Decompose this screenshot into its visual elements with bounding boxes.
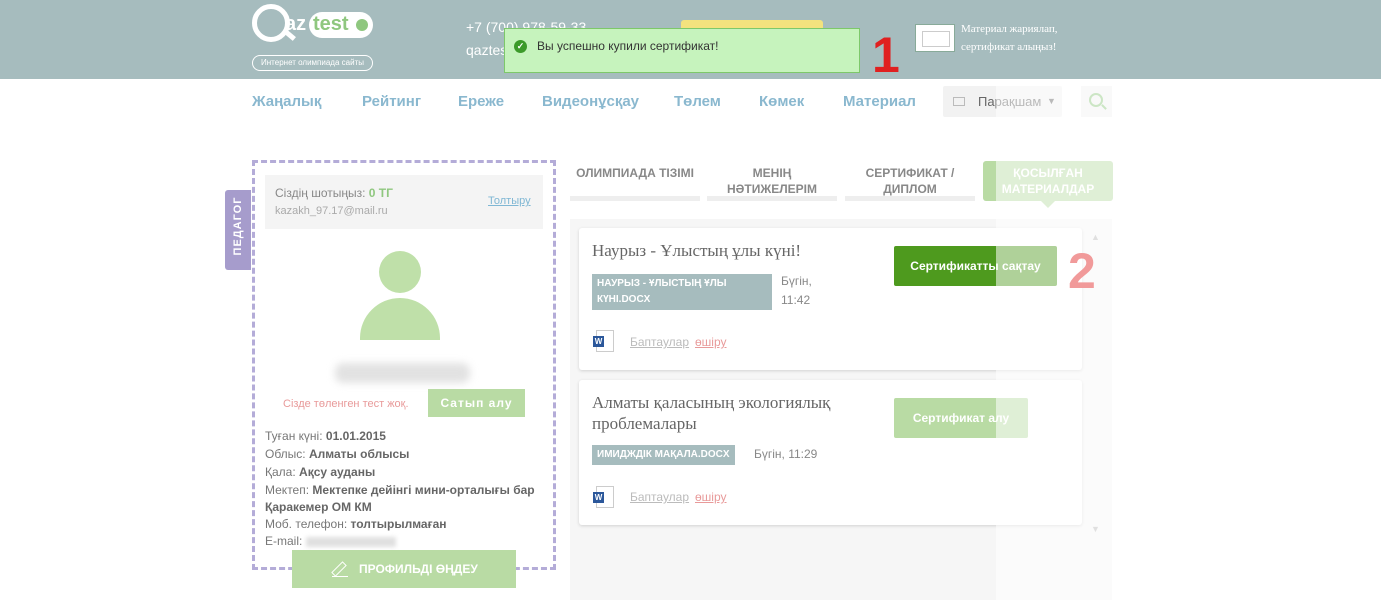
topup-link[interactable]: Толтыру	[488, 195, 531, 207]
delete-link[interactable]: өшіру	[695, 490, 727, 504]
profile-dropdown[interactable]: Парақшам ▼	[943, 86, 1062, 117]
logo-test: test	[309, 12, 373, 38]
nav-item-payment[interactable]: Төлем	[674, 93, 721, 110]
balance-value: 0 ТГ	[368, 186, 393, 200]
certificate-thumbnail-icon	[915, 24, 955, 52]
pencil-icon	[332, 561, 348, 577]
profile-card: Сіздің шотыңыз: 0 ТГ kazakh_97.17@mail.r…	[252, 160, 556, 570]
role-tab: ПЕДАГОГ	[225, 190, 251, 270]
nav-item-material[interactable]: Материал	[843, 93, 916, 110]
nav-item-help[interactable]: Көмек	[759, 93, 804, 110]
search-button[interactable]	[1081, 86, 1112, 117]
email-blurred	[305, 536, 396, 547]
balance-label: Сіздің шотыңыз:	[275, 186, 366, 200]
tab-olympiad-list[interactable]: ОЛИМПИАДА ТІЗІМІ	[570, 161, 700, 201]
toast-message: Вы успешно купили сертификат!	[537, 39, 719, 53]
profile-dropdown-label: Парақшам	[978, 94, 1042, 109]
nav-item-video-guide[interactable]: Видеонұсқау	[542, 93, 639, 110]
qaztest-logo[interactable]: az test Интернет олимпиада сайты	[252, 4, 374, 72]
tab-my-results[interactable]: МЕНІҢ НӘТИЖЕЛЕРІМ	[707, 161, 837, 201]
nav-item-news[interactable]: Жаңалық	[252, 93, 321, 110]
word-doc-icon	[593, 330, 614, 352]
caret-down-icon: ▼	[1047, 96, 1056, 106]
material-file-badge[interactable]: ИМИДЖДІК МАҚАЛА.DOCX	[592, 445, 735, 465]
user-name-blurred	[335, 363, 470, 383]
get-certificate-button[interactable]: Сертификат алу	[894, 398, 1028, 438]
tab-added-materials[interactable]: ҚОСЫЛҒАН МАТЕРИАЛДАР	[983, 161, 1113, 208]
options-link[interactable]: Баптаулар	[630, 335, 689, 349]
delete-link[interactable]: өшіру	[695, 335, 727, 349]
detail-phone: Моб. телефон: толтырылмаған	[265, 517, 447, 531]
material-date: Бүгін, 11:42	[781, 274, 812, 307]
logo-slogan: Интернет олимпиада сайты	[252, 55, 373, 71]
material-card: Алматы қаласының экологиялық проблемалар…	[579, 380, 1082, 525]
edit-profile-button[interactable]: ПРОФИЛЬДІ ӨҢДЕУ	[292, 550, 516, 588]
success-toast: ✓ Вы успешно купили сертификат!	[504, 28, 860, 73]
header-email[interactable]: qaztes	[466, 42, 507, 58]
scroll-down-icon[interactable]: ▼	[1091, 524, 1100, 534]
detail-city: Қала: Ақсу ауданы	[265, 465, 376, 479]
no-tests-text: Сізде төленген тест жоқ.	[283, 398, 409, 410]
material-title[interactable]: Алматы қаласының экологиялық проблемалар…	[592, 392, 852, 434]
buy-button[interactable]: Сатып алу	[428, 389, 525, 417]
image-icon	[953, 97, 965, 106]
annotation-1: 1	[872, 27, 900, 83]
avatar-icon	[360, 251, 440, 343]
detail-email: E-mail:	[265, 533, 545, 550]
header-promo-text[interactable]: Материал жариялап, сертификат алыңыз!	[961, 20, 1091, 56]
options-link[interactable]: Баптаулар	[630, 490, 689, 504]
material-date: Бүгін, 11:29	[754, 447, 818, 461]
word-doc-icon	[593, 486, 614, 508]
scroll-up-icon[interactable]: ▲	[1091, 232, 1100, 242]
account-email: kazakh_97.17@mail.ru	[275, 205, 388, 217]
material-card: Наурыз - Ұлыстың ұлы күні! НАУРЫЗ - ҰЛЫС…	[579, 228, 1082, 370]
annotation-2: 2	[1068, 243, 1096, 299]
logo-az: az	[285, 13, 307, 35]
detail-school: Мектеп: Мектепке дейінгі мини-орталығы б…	[265, 483, 535, 514]
detail-birthdate: Туған күні: 01.01.2015	[265, 429, 386, 443]
tab-certificates[interactable]: СЕРТИФИКАТ / ДИПЛОМ	[845, 161, 975, 201]
material-title[interactable]: Наурыз - Ұлыстың ұлы күні!	[592, 240, 852, 261]
check-icon: ✓	[514, 40, 527, 53]
nav-item-rating[interactable]: Рейтинг	[362, 93, 421, 110]
material-file-badge[interactable]: НАУРЫЗ - ҰЛЫСТЫҢ ҰЛЫ КҮНІ.DOCX	[592, 274, 772, 310]
save-certificate-button[interactable]: Сертификатты сақтау	[894, 246, 1057, 286]
detail-region: Облыс: Алматы облысы	[265, 447, 410, 461]
nav-item-rules[interactable]: Ереже	[458, 93, 504, 110]
balance-box: Сіздің шотыңыз: 0 ТГ kazakh_97.17@mail.r…	[265, 175, 543, 229]
